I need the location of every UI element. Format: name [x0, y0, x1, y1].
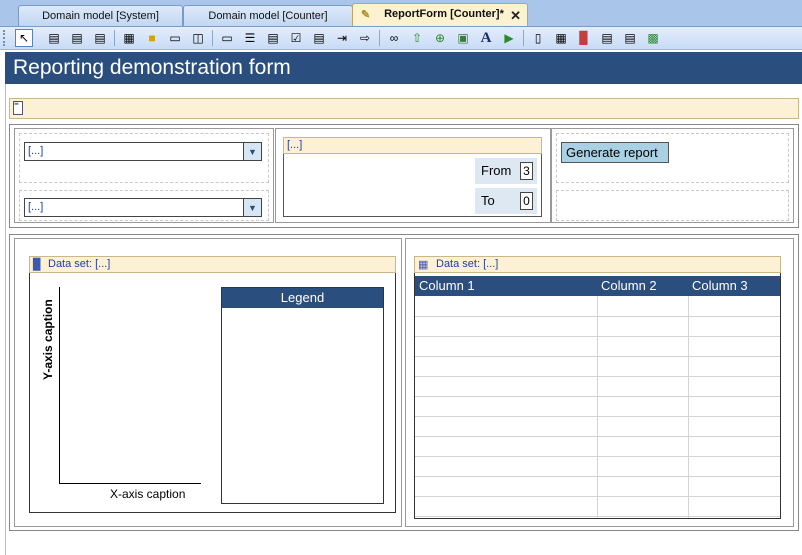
- filter-column-3: Generate report: [551, 128, 794, 223]
- pencil-icon: ✎: [361, 9, 371, 21]
- from-value-input[interactable]: 3: [520, 162, 533, 180]
- toolbar-grip[interactable]: [3, 30, 7, 46]
- panel-icon[interactable]: ▭: [166, 29, 184, 47]
- add-icon[interactable]: ⊕: [431, 29, 449, 47]
- document-tab-strip: Domain model [System] Domain model [Coun…: [0, 0, 802, 27]
- toolbar-separator: [114, 30, 115, 46]
- column-header-3[interactable]: Column 3: [692, 278, 748, 293]
- link-icon[interactable]: ∞: [385, 29, 403, 47]
- split-icon[interactable]: ◫: [189, 29, 207, 47]
- chart-container: ▉ Data set: [...] Y-axis caption X-axis …: [29, 256, 396, 513]
- chart-icon: ▉: [33, 259, 42, 271]
- font-icon[interactable]: A: [477, 29, 495, 47]
- list-icon[interactable]: ▤: [621, 29, 639, 47]
- y-axis: [59, 287, 60, 483]
- toolbar-separator: [212, 30, 213, 46]
- table-dataset-header[interactable]: ▦ Data set: [...]: [414, 256, 781, 273]
- filter-column-1: [...] ▼ [...] ▼: [14, 128, 274, 223]
- filter-cell: [556, 190, 789, 221]
- tab-label: Domain model [Counter]: [208, 10, 328, 22]
- tab-label: ReportForm [Counter]*: [384, 8, 504, 20]
- toolbar-separator: [379, 30, 380, 46]
- generate-report-label: Generate report: [566, 145, 658, 160]
- form-icon[interactable]: ▤: [45, 29, 63, 47]
- close-icon[interactable]: ✕: [510, 8, 521, 24]
- chart-legend: Legend: [221, 287, 384, 504]
- upload-icon[interactable]: ⇧: [408, 29, 426, 47]
- range-header[interactable]: [...]: [283, 137, 542, 154]
- form-icon[interactable]: ▤: [68, 29, 86, 47]
- from-label: From: [481, 163, 512, 178]
- chevron-down-icon[interactable]: ▼: [243, 198, 262, 217]
- result-panel: ▉ Data set: [...] Y-axis caption X-axis …: [9, 234, 799, 531]
- filter-cell: Generate report: [556, 133, 789, 183]
- range-group: [...] From 3 To 0: [283, 137, 542, 217]
- tab-domain-model-system[interactable]: Domain model [System]: [18, 5, 183, 26]
- table-header-row: Column 1 Column 2 Column 3: [415, 276, 780, 296]
- filter-column-2: [...] From 3 To 0: [275, 128, 551, 223]
- chart-icon[interactable]: ▉: [575, 29, 593, 47]
- designer-toolbar: ↖ ▤ ▤ ▤ ▦ ■ ▭ ◫ ▭ ☰ ▤ ☑ ▤ ⇥ ⇨ ∞ ⇧ ⊕ ▣ A …: [0, 27, 802, 50]
- table-dataset-label: Data set: [...]: [436, 258, 499, 270]
- combo-value: [...]: [28, 201, 44, 213]
- column-header-1[interactable]: Column 1: [419, 278, 475, 293]
- form-canvas: ≡ [...] ▼ [...] ▼ [...] From 3 To 0 Gene…: [5, 84, 802, 555]
- chart-dataset-header[interactable]: ▉ Data set: [...]: [29, 256, 396, 273]
- text-icon[interactable]: ☰: [241, 29, 259, 47]
- label-icon[interactable]: ▭: [218, 29, 236, 47]
- x-axis: [59, 483, 201, 484]
- generate-report-button[interactable]: Generate report: [561, 142, 669, 163]
- pointer-icon[interactable]: ↖: [15, 29, 33, 47]
- play-icon[interactable]: ▶: [500, 29, 518, 47]
- tab-label: Domain model [System]: [42, 10, 159, 22]
- export-icon[interactable]: ▩: [644, 29, 662, 47]
- filter-group-header[interactable]: ≡: [9, 98, 799, 119]
- combo-icon[interactable]: ▤: [310, 29, 328, 47]
- combo-box-1[interactable]: [...] ▼: [24, 142, 262, 161]
- folder-icon[interactable]: ■: [143, 29, 161, 47]
- to-value: 0: [523, 194, 530, 208]
- table-column-line: [688, 296, 689, 518]
- image-icon[interactable]: ▣: [454, 29, 472, 47]
- table-container: ▦ Data set: [...] Column 1 Column 2 Colu…: [414, 256, 781, 519]
- chart-column: ▉ Data set: [...] Y-axis caption X-axis …: [14, 238, 402, 527]
- tab-domain-model-counter[interactable]: Domain model [Counter]: [183, 5, 353, 26]
- checkbox-icon[interactable]: ☑: [287, 29, 305, 47]
- filter-cell: [...] ▼: [19, 133, 269, 183]
- table-column-line: [597, 296, 598, 518]
- chart-dataset-label: Data set: [...]: [48, 258, 111, 270]
- toolbar-separator: [523, 30, 524, 46]
- legend-header: Legend: [222, 288, 383, 308]
- column-icon[interactable]: ▯: [529, 29, 547, 47]
- tab-report-form-counter[interactable]: ✎ ReportForm [Counter]* ✕: [352, 3, 528, 26]
- table-icon: ▦: [418, 259, 429, 271]
- column-header-2[interactable]: Column 2: [601, 278, 657, 293]
- combo-box-2[interactable]: [...] ▼: [24, 198, 262, 217]
- grid-icon[interactable]: ▦: [120, 29, 138, 47]
- filter-panel: [...] ▼ [...] ▼ [...] From 3 To 0 Genera…: [9, 124, 799, 228]
- table-column: ▦ Data set: [...] Column 1 Column 2 Colu…: [405, 238, 794, 527]
- to-label: To: [481, 193, 495, 208]
- table-icon[interactable]: ▦: [552, 29, 570, 47]
- from-value: 3: [523, 164, 530, 178]
- textbox-icon[interactable]: ▤: [264, 29, 282, 47]
- x-axis-caption: X-axis caption: [110, 487, 186, 501]
- report-icon[interactable]: ▤: [598, 29, 616, 47]
- y-axis-caption: Y-axis caption: [41, 299, 55, 380]
- page-title: Reporting demonstration form: [13, 56, 291, 79]
- combo-value: [...]: [28, 145, 44, 157]
- form-icon[interactable]: ▤: [91, 29, 109, 47]
- move-right-icon[interactable]: ⇥: [333, 29, 351, 47]
- chevron-down-icon[interactable]: ▼: [243, 142, 262, 161]
- form-title-banner: Reporting demonstration form: [5, 52, 802, 84]
- filter-cell: [...] ▼: [19, 190, 269, 221]
- range-header-label: [...]: [287, 139, 303, 151]
- group-icon: ≡: [13, 100, 23, 115]
- move-list-icon[interactable]: ⇨: [356, 29, 374, 47]
- to-value-input[interactable]: 0: [520, 192, 533, 210]
